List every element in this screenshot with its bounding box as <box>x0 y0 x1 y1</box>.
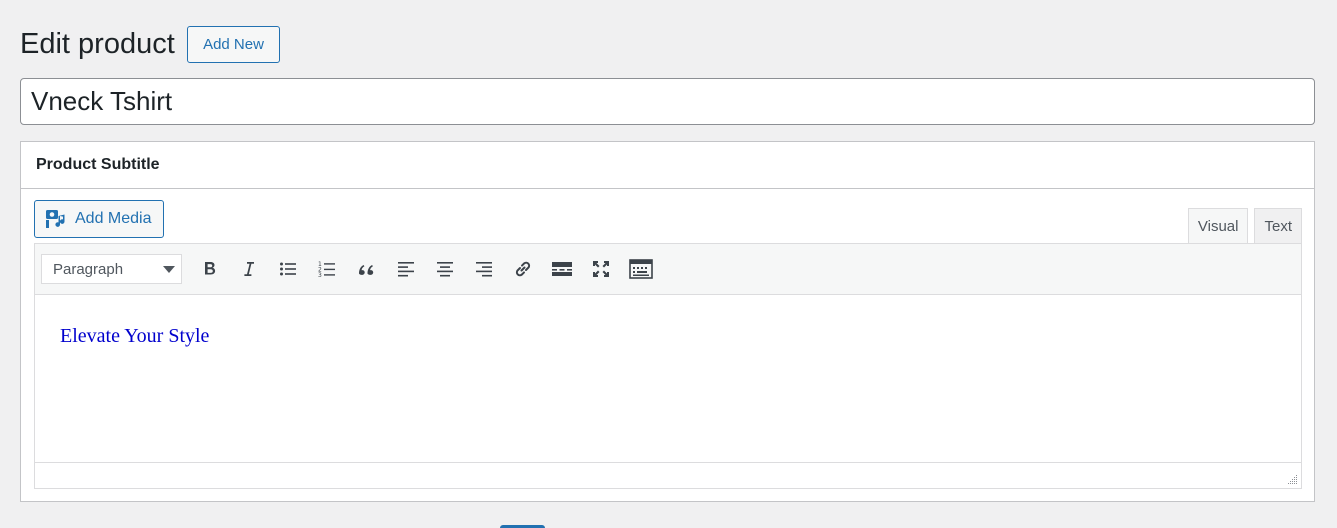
bold-button[interactable] <box>195 254 225 284</box>
add-media-icon <box>46 210 65 228</box>
format-select[interactable]: Paragraph <box>41 254 182 284</box>
rich-text-editor: Paragraph 1 2 3 Elevate Your Style <box>34 243 1302 489</box>
svg-text:3: 3 <box>318 272 322 279</box>
italic-icon <box>244 262 254 276</box>
postbox-title: Product Subtitle <box>36 156 160 173</box>
editor-statusbar <box>35 462 1301 488</box>
bold-icon <box>204 262 215 275</box>
editor-tabs: Visual Text <box>1187 208 1302 244</box>
add-media-button[interactable]: Add Media <box>34 200 164 238</box>
editor-content-area[interactable]: Elevate Your Style <box>35 295 1301 462</box>
editor-content-text[interactable]: Elevate Your Style <box>60 325 1276 348</box>
blockquote-icon <box>359 265 374 275</box>
format-select-value: Paragraph <box>53 260 124 278</box>
blockquote-button[interactable] <box>351 254 381 284</box>
editor-toolbar: Paragraph 1 2 3 <box>35 244 1301 295</box>
add-media-label: Add Media <box>75 210 152 227</box>
resize-handle-icon[interactable] <box>1286 473 1298 485</box>
page-title: Edit product <box>20 28 175 60</box>
chevron-down-icon <box>163 265 175 273</box>
align-left-button[interactable] <box>391 254 421 284</box>
numbered-list-button[interactable]: 1 2 3 <box>312 254 342 284</box>
postbox-header: Product Subtitle <box>21 142 1314 189</box>
read-more-icon <box>552 262 573 276</box>
product-title-input[interactable] <box>20 78 1315 125</box>
bulleted-list-icon <box>279 262 296 276</box>
read-more-button[interactable] <box>547 254 577 284</box>
toolbar-toggle-button[interactable] <box>626 254 656 284</box>
toolbar-toggle-icon <box>628 259 653 279</box>
fullscreen-button[interactable] <box>586 254 616 284</box>
bulleted-list-button[interactable] <box>273 254 303 284</box>
numbered-list-icon: 1 2 3 <box>318 261 336 279</box>
align-center-button[interactable] <box>430 254 460 284</box>
fullscreen-icon <box>593 261 610 277</box>
link-icon <box>516 261 531 277</box>
tab-text[interactable]: Text <box>1254 208 1302 244</box>
product-subtitle-box: Product Subtitle Add Media Visual Text P… <box>20 141 1315 502</box>
align-center-icon <box>436 262 453 277</box>
link-button[interactable] <box>508 254 538 284</box>
tab-visual[interactable]: Visual <box>1187 208 1249 244</box>
align-right-icon <box>475 262 492 277</box>
align-right-button[interactable] <box>469 254 499 284</box>
italic-button[interactable] <box>234 254 264 284</box>
add-new-button[interactable]: Add New <box>187 26 280 63</box>
align-left-icon <box>397 262 414 277</box>
